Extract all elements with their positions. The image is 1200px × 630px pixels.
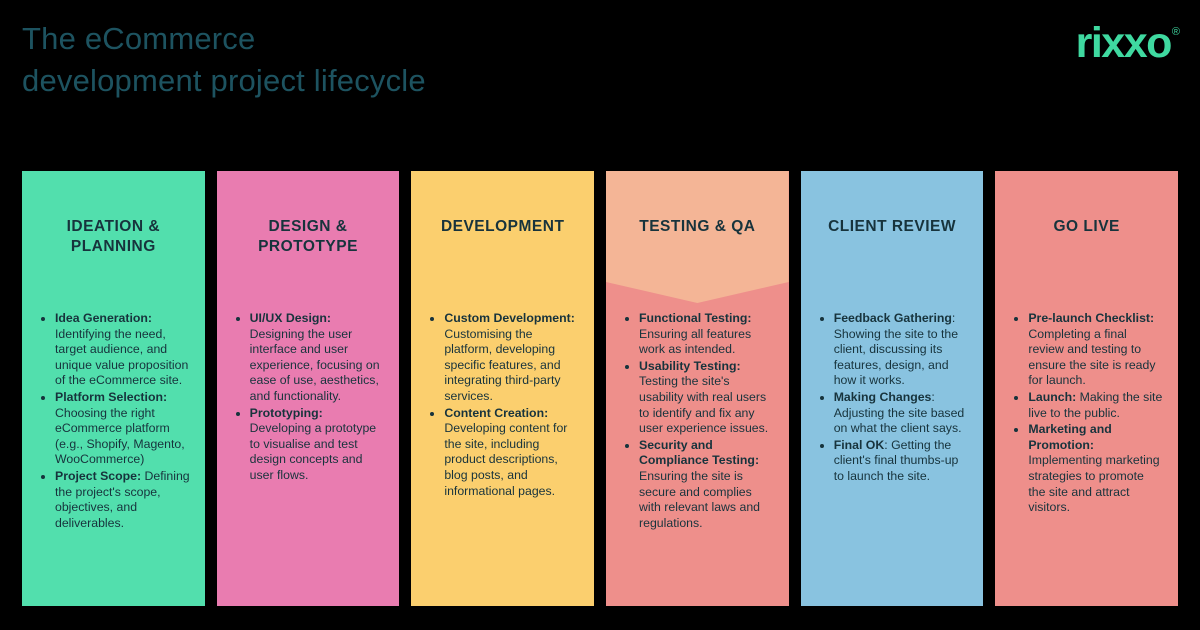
stage-title: IDEATION & PLANNING [66, 218, 161, 255]
stage-bullet-term: Custom Development: [444, 311, 575, 325]
stage-bullet-term: Functional Testing: [639, 311, 752, 325]
stage-card-design-prototype: DESIGN & PROTOTYPE UI/UX Design: Designin… [216, 171, 400, 606]
stage-bullet-item: Security and Compliance Testing: Ensurin… [618, 438, 775, 532]
stage-card-testing-qa: TESTING & QA Functional Testing: Ensuring… [606, 171, 789, 606]
stage-bullet-description: Developing content for the site, includi… [444, 421, 568, 498]
stage-card-header: GO LIVE [995, 171, 1178, 289]
stage-bullet-item: Final OK: Getting the client's final thu… [813, 438, 970, 485]
stage-bullet-description: Customising the platform, developing spe… [444, 326, 561, 403]
stage-bullet-item: Custom Development: Customising the plat… [423, 311, 580, 405]
stage-title: DESIGN & PROTOTYPE [258, 218, 358, 255]
stage-bullet-item: Making Changes: Adjusting the site based… [813, 390, 970, 437]
stage-bullet-description: Implementing marketing strategies to pro… [1028, 453, 1160, 515]
stage-bullet-description: Ensuring all features work as intended. [639, 326, 752, 357]
stage-bullet-list: UI/UX Design: Designing the user interfa… [229, 311, 386, 484]
stage-bullet-term: Final OK [833, 437, 885, 452]
stage-title: TESTING & QA [639, 218, 756, 235]
stage-card-development: DEVELOPMENT Custom Development: Customisi… [411, 171, 595, 606]
stage-card-header: DESIGN & PROTOTYPE [217, 171, 400, 289]
page-title: The eCommerce development project lifecy… [22, 21, 426, 98]
rixxo-logo: rixxo ® [1076, 22, 1180, 65]
stage-bullet-item: Pre-launch Checklist: Completing a final… [1007, 311, 1164, 389]
infographic-canvas: The eCommerce development project lifecy… [0, 0, 1200, 630]
stage-bullet-item: Content Creation: Developing content for… [423, 406, 580, 500]
stage-card-header: CLIENT REVIEW [801, 171, 984, 289]
stage-card-body: Pre-launch Checklist: Completing a final… [995, 289, 1178, 517]
stage-bullet-item: Functional Testing: Ensuring all feature… [618, 311, 775, 358]
stage-bullet-list: Pre-launch Checklist: Completing a final… [1007, 311, 1164, 516]
stage-bullet-term: Feedback Gathering [833, 311, 952, 325]
stage-bullet-item: UI/UX Design: Designing the user interfa… [229, 311, 386, 405]
stage-bullet-description: Choosing the right eCommerce platform (e… [55, 405, 185, 467]
stage-bullet-item: Project Scope: Defining the project's sc… [34, 469, 191, 531]
stage-card-body: Idea Generation: Identifying the need, t… [22, 289, 205, 532]
stage-bullet-term: Project Scope: [55, 468, 142, 483]
stage-bullet-term: Launch: [1028, 389, 1077, 404]
stage-bullet-item: Idea Generation: Identifying the need, t… [34, 311, 191, 389]
logo-wordmark: rixxo [1075, 19, 1173, 67]
stage-card-body: Functional Testing: Ensuring all feature… [606, 289, 789, 532]
stage-bullet-list: Functional Testing: Ensuring all feature… [618, 311, 775, 531]
stage-bullet-description: Developing a prototype to visualise and … [249, 421, 377, 482]
registered-trademark-icon: ® [1171, 26, 1180, 38]
stage-bullet-term: Security and Compliance Testing: [639, 437, 760, 468]
stage-bullet-description: Identifying the need, target audience, a… [55, 326, 189, 388]
stage-bullet-term: Making Changes [833, 389, 932, 404]
stage-bullet-list: Custom Development: Customising the plat… [423, 311, 580, 499]
stage-bullet-term: Marketing and Promotion: [1028, 422, 1112, 452]
stage-bullet-term: Prototyping: [249, 405, 323, 420]
stage-title: DEVELOPMENT [440, 218, 565, 235]
stage-bullet-item: Feedback Gathering: Showing the site to … [813, 311, 970, 389]
stage-bullet-term: Platform Selection: [55, 389, 168, 404]
stage-title: GO LIVE [1053, 218, 1120, 235]
stage-bullet-term: UI/UX Design: [249, 311, 331, 325]
stage-bullet-item: Marketing and Promotion: Implementing ma… [1007, 422, 1164, 516]
stage-bullet-item: Prototyping: Developing a prototype to v… [229, 406, 386, 484]
stage-card-header: IDEATION & PLANNING [22, 171, 205, 289]
stage-card-body: Custom Development: Customising the plat… [411, 289, 594, 500]
stage-bullet-item: Launch: Making the site live to the publ… [1007, 390, 1164, 421]
stage-bullet-term: Pre-launch Checklist: [1028, 311, 1155, 325]
stage-card-body: UI/UX Design: Designing the user interfa… [217, 289, 400, 485]
stage-bullet-list: Idea Generation: Identifying the need, t… [34, 311, 191, 531]
stage-bullet-list: Feedback Gathering: Showing the site to … [813, 311, 970, 485]
stage-card-client-review: CLIENT REVIEW Feedback Gathering: Showing… [800, 171, 984, 606]
stage-card-header: TESTING & QA [606, 171, 789, 289]
stage-card-go-live: GO LIVE Pre-launch Checklist: Completing … [995, 171, 1179, 606]
stage-card-body: Feedback Gathering: Showing the site to … [801, 289, 984, 486]
stage-bullet-description: Ensuring the site is secure and complies… [639, 468, 760, 530]
stage-bullet-term: Usability Testing: [639, 358, 741, 373]
stage-bullet-term: Content Creation: [444, 405, 549, 420]
stage-title: CLIENT REVIEW [828, 218, 956, 235]
stage-card-header: DEVELOPMENT [411, 171, 594, 289]
lifecycle-stage-strip: IDEATION & PLANNING Idea Generation: Iden… [22, 171, 1179, 606]
stage-bullet-item: Platform Selection: Choosing the right e… [34, 390, 191, 468]
stage-card-ideation-planning: IDEATION & PLANNING Idea Generation: Iden… [22, 171, 205, 606]
stage-bullet-term: Idea Generation: [55, 311, 153, 325]
stage-bullet-description: Completing a final review and testing to… [1028, 326, 1156, 388]
stage-bullet-description: Testing the site's usability with real u… [639, 374, 769, 436]
stage-bullet-description: Designing the user interface and user ex… [249, 326, 380, 403]
stage-bullet-item: Usability Testing: Testing the site's us… [618, 359, 775, 437]
